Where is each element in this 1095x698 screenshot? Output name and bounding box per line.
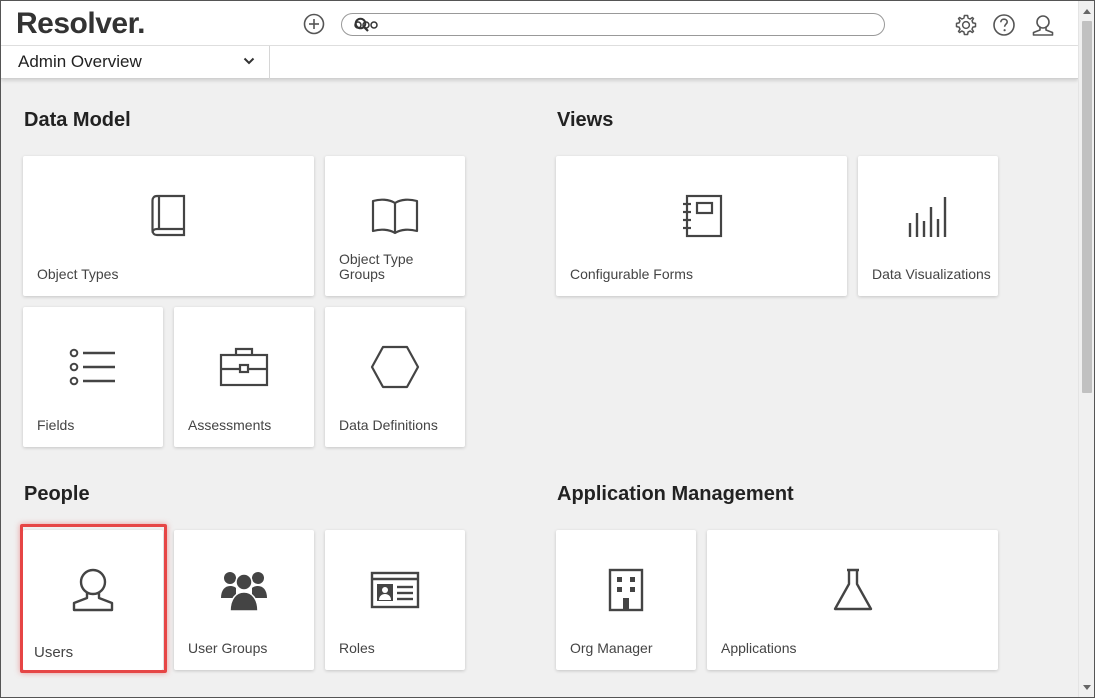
scroll-up-arrow[interactable] [1083, 9, 1091, 14]
app-window: Resolver. Admin Overview Data Model Obje… [0, 0, 1095, 698]
section-title-data-model: Data Model [24, 109, 131, 131]
user-icon [72, 568, 114, 612]
tile-label: Object Types [37, 266, 119, 282]
tile-label: Users [34, 644, 74, 661]
dashboard-bar: Admin Overview [1, 46, 1078, 79]
tile-label: Fields [37, 417, 75, 433]
tile-label: Org Manager [570, 640, 653, 656]
tile-object-type-groups[interactable]: Object Type Groups [325, 156, 465, 296]
tile-user-groups[interactable]: User Groups [174, 530, 314, 670]
briefcase-icon [219, 347, 269, 387]
id-card-icon [370, 571, 420, 609]
hexagon-icon [370, 345, 420, 389]
section-title-people: People [24, 483, 90, 505]
dashboard-selector-label: Admin Overview [18, 52, 142, 71]
dashboard-selector[interactable]: Admin Overview [1, 46, 270, 79]
tile-label: Roles [339, 640, 375, 656]
tile-users[interactable]: Users [23, 530, 163, 670]
scroll-down-arrow[interactable] [1083, 685, 1091, 690]
bar-chart-icon [908, 197, 947, 237]
user-icon[interactable] [1031, 13, 1055, 37]
logo[interactable]: Resolver. [16, 7, 145, 41]
tile-label: Configurable Forms [570, 266, 693, 282]
building-icon [608, 568, 644, 612]
tile-label: User Groups [188, 640, 268, 656]
tile-roles[interactable]: Roles [325, 530, 465, 670]
tile-data-visualizations[interactable]: Data Visualizations [858, 156, 998, 296]
tile-label: Data Definitions [339, 417, 438, 433]
section-title-application-management: Application Management [557, 483, 794, 505]
tile-fields[interactable]: Fields [23, 307, 163, 447]
open-book-icon [371, 198, 419, 235]
section-title-views: Views [557, 109, 614, 131]
book-icon [150, 194, 185, 237]
plus-circle-icon[interactable] [303, 13, 325, 35]
scroll-thumb[interactable] [1082, 21, 1092, 393]
vertical-scrollbar[interactable] [1078, 1, 1094, 697]
tile-label: Applications [721, 640, 797, 656]
help-icon[interactable] [992, 13, 1016, 37]
tile-label: Data Visualizations [872, 266, 991, 282]
tile-configurable-forms[interactable]: Configurable Forms [556, 156, 847, 296]
tile-applications[interactable]: Applications [707, 530, 998, 670]
gear-icon[interactable] [954, 13, 978, 37]
search-input[interactable] [378, 16, 838, 33]
flask-icon [833, 568, 872, 611]
tile-assessments[interactable]: Assessments [174, 307, 314, 447]
list-icon [69, 348, 115, 386]
tile-object-types[interactable]: Object Types [23, 156, 314, 296]
tile-label: Object Type Groups [339, 251, 414, 282]
notebook-icon [682, 194, 722, 238]
user-group-icon [221, 572, 267, 612]
tile-org-manager[interactable]: Org Manager [556, 530, 696, 670]
more-icon[interactable] [354, 19, 378, 31]
tile-data-definitions[interactable]: Data Definitions [325, 307, 465, 447]
top-bar: Resolver. [1, 1, 1078, 46]
search-bar[interactable] [341, 13, 885, 36]
chevron-down-icon [243, 57, 255, 65]
tile-label: Assessments [188, 417, 272, 433]
